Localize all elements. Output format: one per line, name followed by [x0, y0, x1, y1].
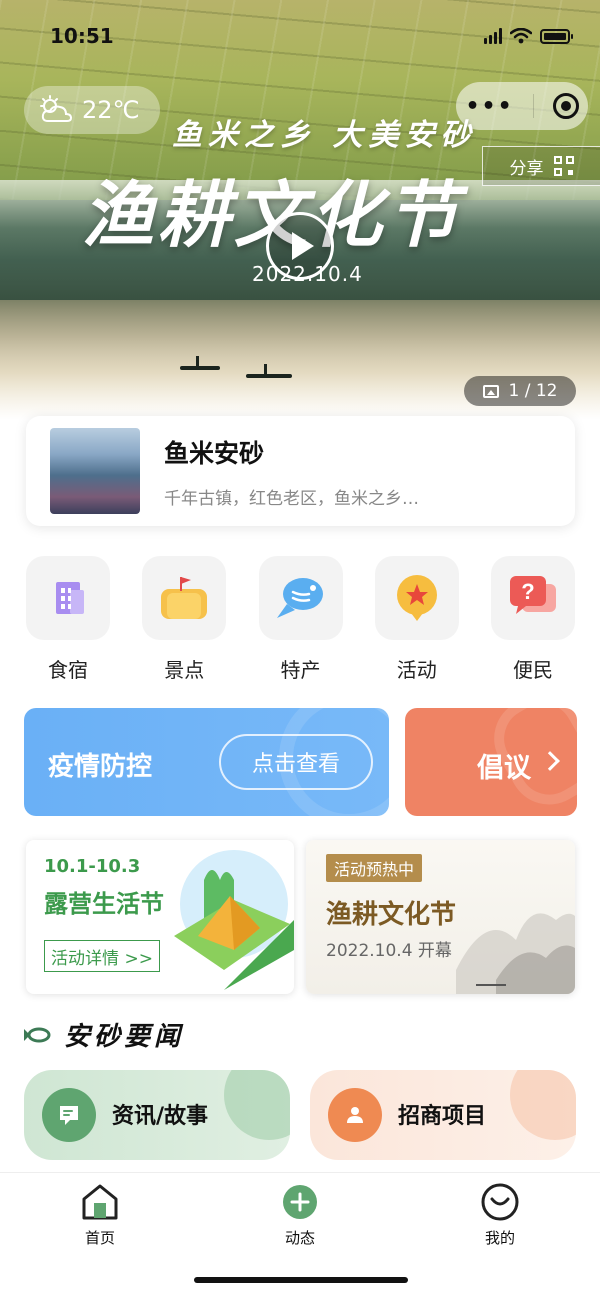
boat: [246, 364, 292, 378]
epidemic-title: 疫情防控: [48, 752, 153, 782]
weather-temperature: 22℃: [82, 96, 140, 124]
category-grid: 食宿 景点 特产 活动 ? 便民: [26, 556, 575, 683]
document-chat-icon: [60, 1106, 78, 1125]
category-scenic-spots[interactable]: 景点: [142, 556, 227, 683]
category-specialties[interactable]: 特产: [258, 556, 343, 683]
status-time: 10:51: [50, 24, 114, 48]
share-button[interactable]: 分享: [482, 146, 600, 186]
investment-projects-label: 招商项目: [398, 1104, 487, 1129]
category-label: 特产: [280, 658, 321, 682]
person-icon: [347, 1107, 363, 1123]
battery-icon: [540, 28, 573, 44]
news-stories-card[interactable]: 资讯/故事: [24, 1070, 290, 1160]
camping-title: 露营生活节: [44, 890, 164, 918]
category-activities[interactable]: 活动: [374, 556, 459, 683]
town-intro-card[interactable]: 鱼米安砂 千年古镇，红色老区，鱼米之乡…: [26, 416, 575, 526]
partly-cloudy-icon: [40, 95, 73, 122]
fish-logo-icon: [24, 1027, 51, 1042]
qr-code-icon: [553, 156, 574, 176]
epidemic-prevention-banner[interactable]: 疫情防控 点击查看: [24, 708, 389, 816]
camping-illustration: [164, 850, 294, 990]
tab-label: 动态: [284, 1229, 315, 1247]
fishing-farming-festival-card[interactable]: 活动预热中 渔耕文化节 2022.10.4 开幕: [306, 840, 575, 994]
building-icon: [56, 582, 84, 614]
proposal-banner[interactable]: 倡议: [405, 708, 577, 816]
hero-date: 2022.10.4: [252, 262, 363, 286]
news-icon-circle: [42, 1088, 96, 1142]
category-label: 活动: [396, 658, 437, 682]
image-icon: [482, 384, 499, 398]
home-icon: [82, 1184, 118, 1220]
festival-card-title: 渔耕文化节: [326, 900, 457, 930]
tab-home[interactable]: 首页: [50, 1183, 150, 1248]
category-convenience[interactable]: ? 便民: [491, 556, 575, 683]
town-name: 鱼米安砂: [164, 438, 265, 468]
activity-details-button[interactable]: 活动详情 >>: [44, 940, 160, 972]
hero-banner[interactable]: 10:51 22℃ ••• 分享 鱼米之乡 大美安砂 渔耕文化节 2022.10: [0, 0, 600, 420]
fish-icon: [276, 578, 323, 618]
category-food-lodging[interactable]: 食宿: [26, 556, 110, 683]
proposal-title: 倡议: [477, 753, 531, 784]
category-label: 景点: [164, 658, 205, 682]
news-section-title: 安砂要闻: [64, 1022, 185, 1052]
preheat-tag: 活动预热中: [326, 854, 423, 882]
svg-text:?: ?: [521, 579, 534, 604]
share-label: 分享: [509, 158, 544, 179]
view-details-button[interactable]: 点击查看: [219, 734, 373, 790]
category-label: 便民: [513, 658, 553, 682]
tab-profile[interactable]: 我的: [450, 1183, 550, 1248]
home-indicator: [194, 1277, 408, 1283]
news-stories-label: 资讯/故事: [112, 1104, 209, 1129]
tab-feed[interactable]: 动态: [250, 1183, 350, 1248]
play-icon: [292, 232, 314, 260]
flag-icon: [161, 577, 208, 619]
plus-circle-icon: [283, 1185, 317, 1219]
town-description: 千年古镇，红色老区，鱼米之乡…: [164, 488, 419, 509]
investment-icon-circle: [328, 1088, 382, 1142]
camping-festival-card[interactable]: 10.1-10.3 露营生活节 活动详情 >>: [26, 840, 294, 994]
decoration: [510, 1070, 576, 1140]
star-badge-icon: [396, 575, 437, 621]
festival-card-subtitle: 2022.10.4 开幕: [326, 941, 452, 961]
category-label: 食宿: [48, 658, 88, 682]
wifi-icon: [510, 28, 532, 44]
tab-label: 首页: [84, 1229, 115, 1247]
capsule-divider: [532, 94, 534, 118]
image-counter-text: 1 / 12: [508, 381, 558, 401]
investment-projects-card[interactable]: 招商项目: [310, 1070, 576, 1160]
hero-slogan: 鱼米之乡 大美安砂: [172, 118, 477, 153]
tab-label: 我的: [484, 1229, 515, 1247]
status-icons: [484, 28, 573, 44]
weather-widget[interactable]: 22℃: [24, 86, 160, 134]
close-miniprogram-icon[interactable]: [552, 93, 579, 119]
camping-dates: 10.1-10.3: [44, 856, 141, 877]
decoration: [224, 1070, 290, 1140]
town-thumbnail: [50, 428, 140, 514]
news-section-header: 安砂要闻: [24, 1016, 184, 1053]
smile-face-icon: [481, 1183, 519, 1221]
boat: [180, 356, 220, 370]
signal-icon: [484, 28, 502, 44]
question-chat-icon: ?: [510, 576, 556, 614]
image-counter[interactable]: 1 / 12: [464, 376, 576, 406]
